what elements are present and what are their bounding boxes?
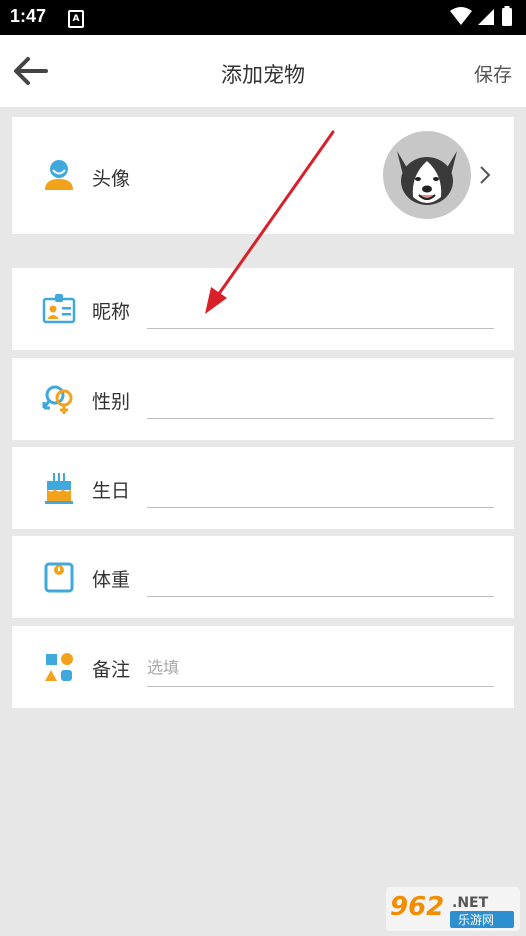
watermark-logo: 962 .NET 乐游网 (386, 887, 520, 931)
weight-input[interactable] (147, 558, 494, 597)
birthday-row: 生日 (12, 447, 514, 529)
weight-label: 体重 (92, 569, 131, 591)
nickname-label: 昵称 (92, 301, 131, 323)
gender-input[interactable] (147, 380, 494, 419)
nickname-input[interactable] (147, 290, 494, 329)
watermark-text: 乐游网 (458, 913, 494, 927)
birthday-cake-icon (45, 473, 73, 504)
notes-input[interactable] (147, 648, 494, 687)
husky-dog-avatar (397, 151, 457, 205)
birthday-label: 生日 (92, 480, 131, 502)
chevron-right-icon (480, 166, 491, 184)
notes-row: 备注 (12, 626, 514, 708)
wifi-icon (450, 7, 472, 25)
save-button[interactable]: 保存 (474, 60, 512, 87)
scale-icon (44, 562, 74, 593)
nickname-row: 昵称 (12, 268, 514, 350)
signal-icon (478, 9, 494, 25)
system-icons (450, 6, 512, 26)
watermark-suffix: .NET (452, 895, 489, 911)
gender-label: 性别 (92, 391, 131, 413)
pet-avatar-image[interactable] (383, 131, 471, 219)
battery-icon (502, 8, 512, 26)
notes-label: 备注 (92, 659, 131, 681)
notification-icon: A (68, 10, 84, 28)
gender-row: 性别 (12, 358, 514, 440)
avatar-row[interactable]: 头像 (12, 117, 514, 234)
app-bar: 添加宠物 保存 (0, 35, 526, 107)
status-bar: 1:47 A (0, 0, 526, 35)
id-card-icon (42, 294, 76, 324)
birthday-input[interactable] (147, 469, 494, 508)
page-title: 添加宠物 (221, 63, 305, 87)
watermark-number: 962 (390, 892, 444, 922)
avatar-label: 头像 (92, 168, 131, 190)
status-time: 1:47 (10, 6, 47, 26)
person-icon (45, 160, 73, 190)
weight-row: 体重 (12, 536, 514, 618)
gender-icon (42, 385, 73, 414)
shapes-icon (45, 653, 73, 681)
